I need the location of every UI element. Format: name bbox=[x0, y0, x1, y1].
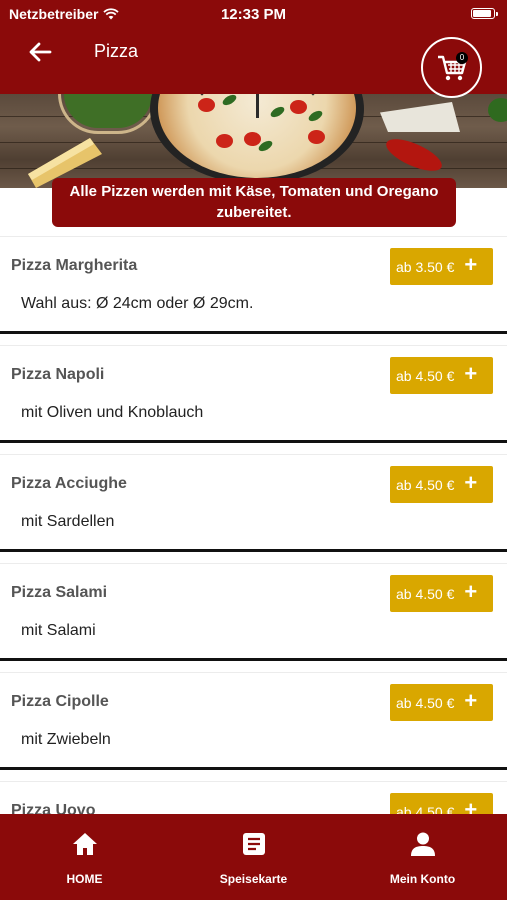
cart-count-badge: 0 bbox=[456, 52, 468, 64]
cart-button[interactable]: 0 bbox=[421, 37, 482, 98]
item-name: Pizza Salami bbox=[11, 584, 108, 601]
price-label: ab 4.50 € bbox=[396, 476, 455, 493]
item-description: mit Oliven und Knoblauch bbox=[21, 404, 204, 421]
leaf bbox=[488, 98, 507, 122]
menu-card-icon bbox=[242, 833, 265, 855]
user-icon bbox=[410, 832, 435, 856]
nav-mein-konto[interactable]: Mein Konto bbox=[338, 814, 507, 900]
menu-item[interactable]: Pizza Napoli ab 4.50 € + mit Oliven und … bbox=[0, 345, 507, 443]
nav-home-label: HOME bbox=[66, 872, 103, 886]
menu-item[interactable]: Pizza Cipolle ab 4.50 € + mit Zwiebeln bbox=[0, 672, 507, 770]
item-description: Wahl aus: Ø 24cm oder Ø 29cm. bbox=[21, 295, 254, 312]
pizza-info-notice: Alle Pizzen werden mit Käse, Tomaten und… bbox=[52, 178, 456, 227]
nav-speisekarte-label: Speisekarte bbox=[219, 872, 288, 886]
menu-item[interactable]: Pizza Salami ab 4.50 € + mit Salami bbox=[0, 563, 507, 661]
item-description: mit Sardellen bbox=[21, 513, 115, 530]
plus-icon: + bbox=[464, 688, 478, 713]
app-screen: Netzbetreiber 12:33 PM Pizza 0 Alle Pizz… bbox=[0, 0, 507, 900]
plus-icon: + bbox=[464, 361, 478, 386]
add-to-cart-button[interactable]: ab 4.50 € + bbox=[390, 684, 493, 721]
back-arrow-icon[interactable] bbox=[26, 38, 54, 66]
cheese-wedge bbox=[380, 102, 460, 132]
item-description: mit Salami bbox=[21, 622, 96, 639]
add-to-cart-button[interactable]: ab 4.50 € + bbox=[390, 466, 493, 503]
add-to-cart-button[interactable]: ab 3.50 € + bbox=[390, 248, 493, 285]
price-label: ab 4.50 € bbox=[396, 694, 455, 711]
price-label: ab 4.50 € bbox=[396, 585, 455, 602]
plus-icon: + bbox=[464, 470, 478, 495]
menu-item[interactable]: Pizza Margherita ab 3.50 € + Wahl aus: Ø… bbox=[0, 236, 507, 334]
price-label: ab 3.50 € bbox=[396, 258, 455, 275]
item-description: mit Zwiebeln bbox=[21, 731, 111, 748]
item-name: Pizza Napoli bbox=[11, 366, 105, 383]
add-to-cart-button[interactable]: ab 4.50 € + bbox=[390, 357, 493, 394]
plus-icon: + bbox=[464, 579, 478, 604]
menu-item[interactable]: Pizza Acciughe ab 4.50 € + mit Sardellen bbox=[0, 454, 507, 552]
item-name: Pizza Margherita bbox=[11, 257, 138, 274]
battery-fill bbox=[473, 10, 491, 17]
status-time: 12:33 PM bbox=[220, 6, 287, 23]
nav-home[interactable]: HOME bbox=[0, 814, 169, 900]
page-title: Pizza bbox=[94, 41, 139, 61]
pizza-banner-image bbox=[0, 94, 507, 188]
status-bar: Netzbetreiber 12:33 PM bbox=[0, 0, 507, 28]
item-name: Pizza Acciughe bbox=[11, 475, 127, 492]
home-icon bbox=[72, 833, 97, 855]
plus-icon: + bbox=[464, 252, 478, 277]
item-name: Pizza Cipolle bbox=[11, 693, 109, 710]
nav-speisekarte[interactable]: Speisekarte bbox=[169, 814, 338, 900]
price-label: ab 4.50 € bbox=[396, 367, 455, 384]
battery-icon bbox=[471, 8, 498, 19]
nav-mein-konto-label: Mein Konto bbox=[389, 872, 456, 886]
chili-pepper bbox=[382, 132, 446, 178]
add-to-cart-button[interactable]: ab 4.50 € + bbox=[390, 575, 493, 612]
bottom-navigation: HOME Speisekarte Mein Konto bbox=[0, 814, 507, 900]
